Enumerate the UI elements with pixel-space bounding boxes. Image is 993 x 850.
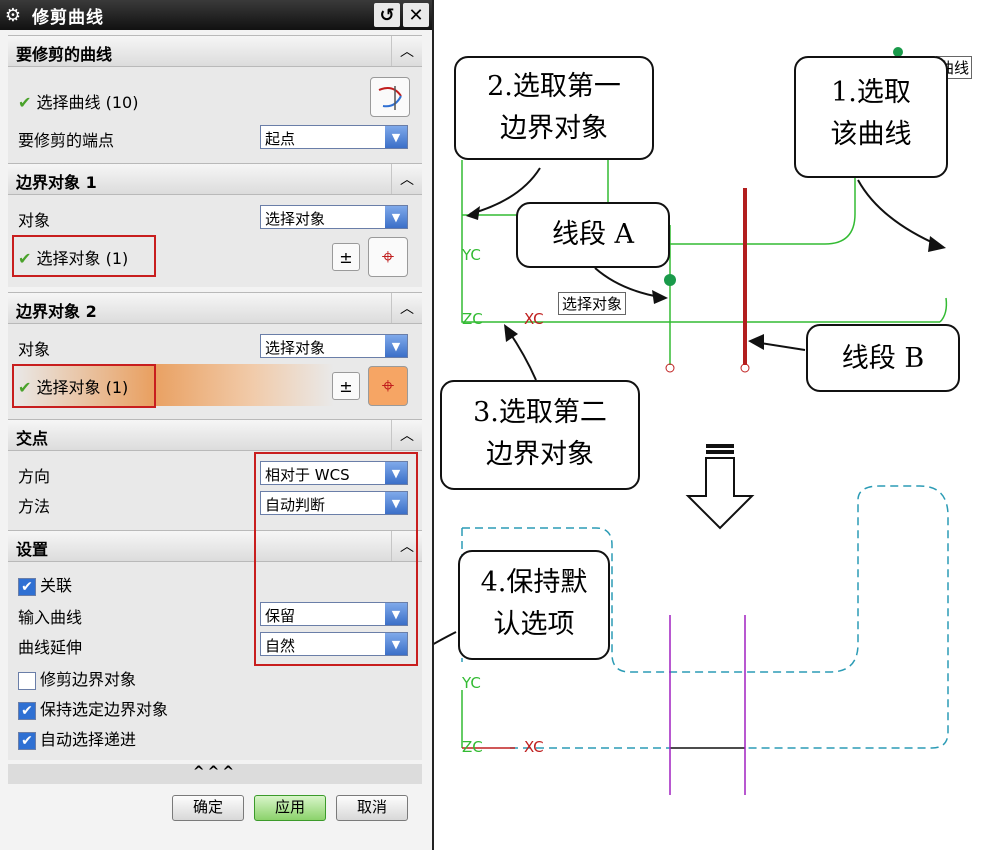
- checkbox-label: 保持选定边界对象: [40, 700, 169, 719]
- object-value: 选择对象: [265, 339, 326, 357]
- callout-step-3: 3.选取第二 边界对象: [440, 380, 640, 490]
- endpoint-label: 要修剪的端点: [18, 131, 115, 150]
- callout-step-1: 1.选取 该曲线: [794, 56, 948, 178]
- cancel-button[interactable]: 取消: [336, 795, 408, 821]
- checkbox-label: 自动选择递进: [40, 730, 137, 749]
- dialog-title: 修剪曲线: [32, 7, 104, 28]
- callout-line: 边界对象: [486, 439, 594, 470]
- select-object-label: 选择对象 (1): [36, 249, 129, 268]
- axis-label-yc: YC: [462, 246, 481, 264]
- curve-select-icon[interactable]: [370, 77, 410, 117]
- chevron-down-icon[interactable]: ▼: [385, 126, 407, 148]
- apply-button[interactable]: 应用: [254, 795, 326, 821]
- gear-icon[interactable]: ⚙: [0, 2, 26, 28]
- collapse-icon[interactable]: ︿: [391, 420, 422, 450]
- section-body-boundary-2: 对象 选择对象 ▼ ✔ 选择对象 (1) ± ⌖: [8, 324, 422, 420]
- axis-label-yc: YC: [462, 674, 481, 692]
- chevron-down-icon[interactable]: ▼: [385, 335, 407, 357]
- add-point-icon[interactable]: ±: [332, 243, 360, 271]
- axis-label-zc: ZC: [462, 738, 483, 756]
- chevron-down-icon[interactable]: ▼: [385, 206, 407, 228]
- add-point-icon[interactable]: ±: [332, 372, 360, 400]
- method-label: 方法: [18, 497, 51, 516]
- object-dropdown-2[interactable]: 选择对象 ▼: [260, 334, 408, 358]
- object-label: 对象: [18, 340, 51, 359]
- callout-line: 边界对象: [500, 113, 608, 144]
- select-object-label: 选择对象 (1): [36, 378, 129, 397]
- graphics-window[interactable]: YC ZC XC YC ZC XC 选择对象 曲线 2.选取第一 边界对象 1.…: [434, 0, 993, 850]
- input-curve-label: 输入曲线: [18, 608, 83, 627]
- callout-step-4: 4.保持默 认选项: [458, 550, 610, 660]
- axis-label-zc: ZC: [462, 310, 483, 328]
- checkbox-label: 关联: [40, 576, 73, 595]
- callout-segment-b: 线段 B: [806, 324, 960, 392]
- section-title: 边界对象 2: [16, 302, 97, 321]
- crosshair-icon[interactable]: ⌖: [368, 237, 408, 277]
- section-boundary-2[interactable]: 边界对象 2 ︿: [8, 292, 422, 324]
- callout-line: 1.选取: [831, 77, 911, 108]
- object-dropdown-1[interactable]: 选择对象 ▼: [260, 205, 408, 229]
- section-body-boundary-1: 对象 选择对象 ▼ ✔ 选择对象 (1) ± ⌖: [8, 195, 422, 287]
- direction-label: 方向: [18, 467, 51, 486]
- auto-advance-checkbox[interactable]: ✔ 自动选择递进: [18, 726, 136, 750]
- select-object-tooltip: 选择对象: [558, 292, 627, 315]
- section-body-curve: ✔ 选择曲线 (10) 要修剪的端点 起点 ▼: [8, 67, 422, 165]
- checkbox-checked[interactable]: ✔: [18, 577, 36, 596]
- select-object-row-2[interactable]: ✔ 选择对象 (1): [18, 374, 128, 398]
- select-curve-label: 选择曲线 (10): [36, 93, 139, 112]
- section-title: 设置: [16, 540, 49, 559]
- axis-label-xc: XC: [524, 310, 544, 328]
- callout-segment-a: 线段 A: [516, 202, 670, 268]
- collapse-icon[interactable]: ︿: [391, 36, 422, 66]
- endpoint-dropdown[interactable]: 起点 ▼: [260, 125, 408, 149]
- callout-step-2: 2.选取第一 边界对象: [454, 56, 654, 160]
- settings-highlight-box: [254, 452, 418, 666]
- trim-boundary-checkbox[interactable]: 修剪边界对象: [18, 666, 136, 690]
- object-value: 选择对象: [265, 210, 326, 228]
- keep-boundary-checkbox[interactable]: ✔ 保持选定边界对象: [18, 696, 168, 720]
- checkbox-checked[interactable]: ✔: [18, 701, 36, 720]
- callout-line: 4.保持默: [480, 567, 588, 598]
- section-title: 要修剪的曲线: [16, 45, 113, 64]
- section-title: 边界对象 1: [16, 173, 97, 192]
- collapse-icon[interactable]: ︿: [391, 164, 422, 194]
- more-options-toggle[interactable]: ^^^: [8, 764, 422, 784]
- endpoint-value: 起点: [265, 130, 296, 148]
- section-intersection[interactable]: 交点 ︿: [8, 419, 422, 451]
- ok-button[interactable]: 确定: [172, 795, 244, 821]
- dialog-titlebar: ⚙ 修剪曲线 ↺ ✕: [0, 0, 432, 30]
- trim-curve-dialog: ⚙ 修剪曲线 ↺ ✕ 要修剪的曲线 ︿ ✔ 选择曲线 (10) 要修剪的端点 起…: [0, 0, 434, 850]
- callout-line: 2.选取第一: [487, 71, 621, 102]
- callout-line: 3.选取第二: [473, 397, 607, 428]
- check-icon: ✔: [18, 93, 32, 112]
- checkbox-label: 修剪边界对象: [40, 670, 137, 689]
- axis-label-xc: XC: [524, 738, 544, 756]
- callout-line: 该曲线: [830, 119, 912, 150]
- check-icon: ✔: [18, 249, 32, 268]
- reset-icon[interactable]: ↺: [374, 3, 400, 27]
- section-curve-to-trim[interactable]: 要修剪的曲线 ︿: [8, 35, 422, 67]
- select-object-row-1[interactable]: ✔ 选择对象 (1): [18, 245, 128, 269]
- select-curve-row[interactable]: ✔ 选择曲线 (10): [18, 89, 138, 113]
- checkbox-checked[interactable]: ✔: [18, 731, 36, 750]
- section-boundary-1[interactable]: 边界对象 1 ︿: [8, 163, 422, 195]
- object-label: 对象: [18, 211, 51, 230]
- crosshair-icon[interactable]: ⌖: [368, 366, 408, 406]
- collapse-icon[interactable]: ︿: [391, 293, 422, 323]
- callout-line: 认选项: [493, 609, 575, 640]
- check-icon: ✔: [18, 378, 32, 397]
- checkbox-unchecked[interactable]: [18, 671, 36, 690]
- close-icon[interactable]: ✕: [403, 3, 429, 27]
- associative-checkbox[interactable]: ✔ 关联: [18, 572, 72, 596]
- extension-label: 曲线延伸: [18, 638, 83, 657]
- section-title: 交点: [16, 429, 49, 448]
